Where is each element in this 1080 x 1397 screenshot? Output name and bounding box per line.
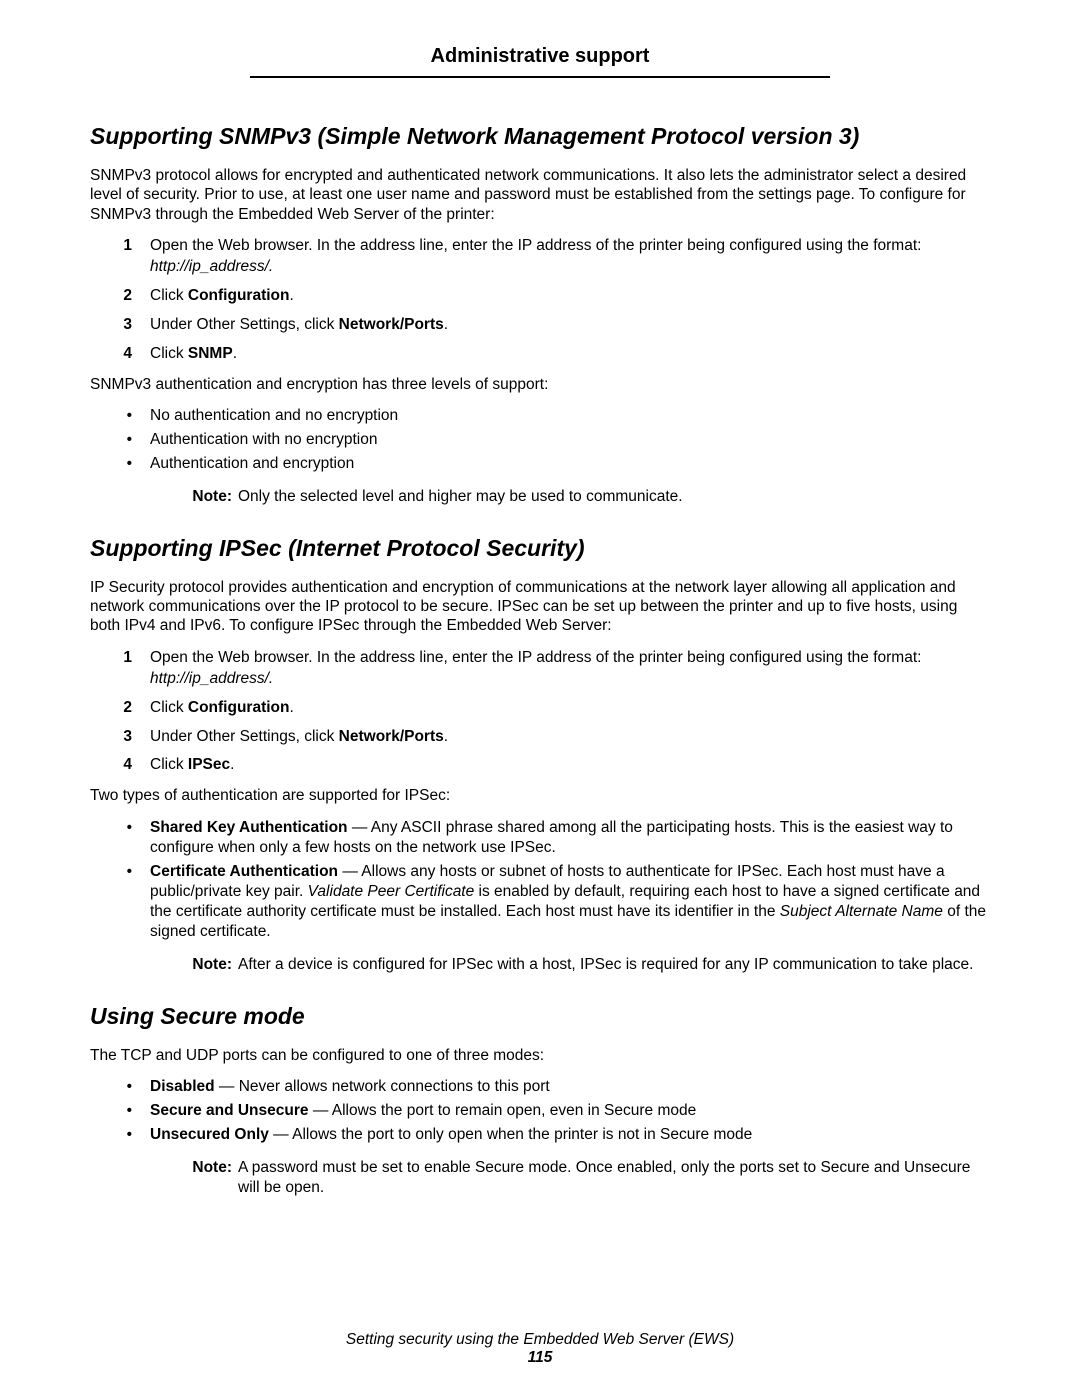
bullet-italic: Validate Peer Certificate <box>308 883 475 900</box>
step-bold: Configuration <box>188 699 290 716</box>
heading-snmpv3: Supporting SNMPv3 (Simple Network Manage… <box>90 123 990 150</box>
note-text: A password must be set to enable Secure … <box>238 1158 990 1198</box>
step-url: http://ip_address/. <box>150 670 273 687</box>
step-text: Open the Web browser. In the address lin… <box>150 649 921 666</box>
step-text: Click <box>150 699 188 716</box>
step-bold: Configuration <box>188 287 290 304</box>
note-label: Note: <box>90 955 238 975</box>
note-label: Note: <box>90 487 238 507</box>
step-text: Under Other Settings, click <box>150 728 339 745</box>
step-text: Under Other Settings, click <box>150 316 339 333</box>
steps-snmpv3: 1Open the Web browser. In the address li… <box>90 236 990 365</box>
list-item: •Certificate Authentication — Allows any… <box>90 862 990 943</box>
step-1: 1Open the Web browser. In the address li… <box>90 648 990 690</box>
bullet-text: — Allows the port to remain open, even i… <box>309 1102 697 1119</box>
step-2: 2Click Configuration. <box>90 698 990 719</box>
bullets-snmpv3: •No authentication and no encryption •Au… <box>90 406 990 474</box>
list-item: •No authentication and no encryption <box>90 406 990 426</box>
step-text: Open the Web browser. In the address lin… <box>150 237 921 254</box>
note-text: After a device is configured for IPSec w… <box>238 955 990 975</box>
bullet-text: No authentication and no encryption <box>150 406 990 426</box>
step-1: 1Open the Web browser. In the address li… <box>90 236 990 278</box>
intro-secure-mode: The TCP and UDP ports can be configured … <box>90 1046 990 1065</box>
list-item: •Unsecured Only — Allows the port to onl… <box>90 1125 990 1145</box>
mid-ipsec: Two types of authentication are supporte… <box>90 786 990 805</box>
list-item: •Secure and Unsecure — Allows the port t… <box>90 1101 990 1121</box>
page-header: Administrative support <box>250 45 830 78</box>
step-bold: Network/Ports <box>339 728 444 745</box>
bullet-bold: Secure and Unsecure <box>150 1102 309 1119</box>
step-bold: SNMP <box>188 345 233 362</box>
intro-snmpv3: SNMPv3 protocol allows for encrypted and… <box>90 166 990 224</box>
step-url: http://ip_address/. <box>150 258 273 275</box>
heading-secure-mode: Using Secure mode <box>90 1003 990 1030</box>
list-item: •Authentication and encryption <box>90 454 990 474</box>
note-text: Only the selected level and higher may b… <box>238 487 990 507</box>
step-text: Click <box>150 287 188 304</box>
footer-text: Setting security using the Embedded Web … <box>0 1331 1080 1349</box>
step-4: 4Click SNMP. <box>90 344 990 365</box>
steps-ipsec: 1Open the Web browser. In the address li… <box>90 648 990 777</box>
step-3: 3Under Other Settings, click Network/Por… <box>90 315 990 336</box>
bullet-text: — Never allows network connections to th… <box>215 1078 550 1095</box>
step-bold: Network/Ports <box>339 316 444 333</box>
list-item: •Shared Key Authentication — Any ASCII p… <box>90 818 990 858</box>
bullet-bold: Certificate Authentication <box>150 863 338 880</box>
bullets-secure-mode: •Disabled — Never allows network connect… <box>90 1077 990 1145</box>
mid-snmpv3: SNMPv3 authentication and encryption has… <box>90 375 990 394</box>
bullet-italic: Subject Alternate Name <box>780 903 943 920</box>
bullet-text: — Allows the port to only open when the … <box>269 1126 752 1143</box>
bullet-text: Authentication and encryption <box>150 454 990 474</box>
step-3: 3Under Other Settings, click Network/Por… <box>90 727 990 748</box>
step-text: Click <box>150 756 188 773</box>
note-secure-mode: Note: A password must be set to enable S… <box>90 1158 990 1198</box>
bullet-bold: Unsecured Only <box>150 1126 269 1143</box>
note-snmpv3: Note: Only the selected level and higher… <box>90 487 990 507</box>
page-footer: Setting security using the Embedded Web … <box>0 1331 1080 1367</box>
bullet-bold: Disabled <box>150 1078 215 1095</box>
intro-ipsec: IP Security protocol provides authentica… <box>90 578 990 636</box>
page-number: 115 <box>0 1349 1080 1367</box>
bullet-bold: Shared Key Authentication <box>150 819 348 836</box>
bullets-ipsec: •Shared Key Authentication — Any ASCII p… <box>90 818 990 943</box>
list-item: •Disabled — Never allows network connect… <box>90 1077 990 1097</box>
note-label: Note: <box>90 1158 238 1198</box>
list-item: •Authentication with no encryption <box>90 430 990 450</box>
step-2: 2Click Configuration. <box>90 286 990 307</box>
step-4: 4Click IPSec. <box>90 755 990 776</box>
step-text: Click <box>150 345 188 362</box>
step-bold: IPSec <box>188 756 230 773</box>
note-ipsec: Note: After a device is configured for I… <box>90 955 990 975</box>
bullet-text: Authentication with no encryption <box>150 430 990 450</box>
heading-ipsec: Supporting IPSec (Internet Protocol Secu… <box>90 535 990 562</box>
